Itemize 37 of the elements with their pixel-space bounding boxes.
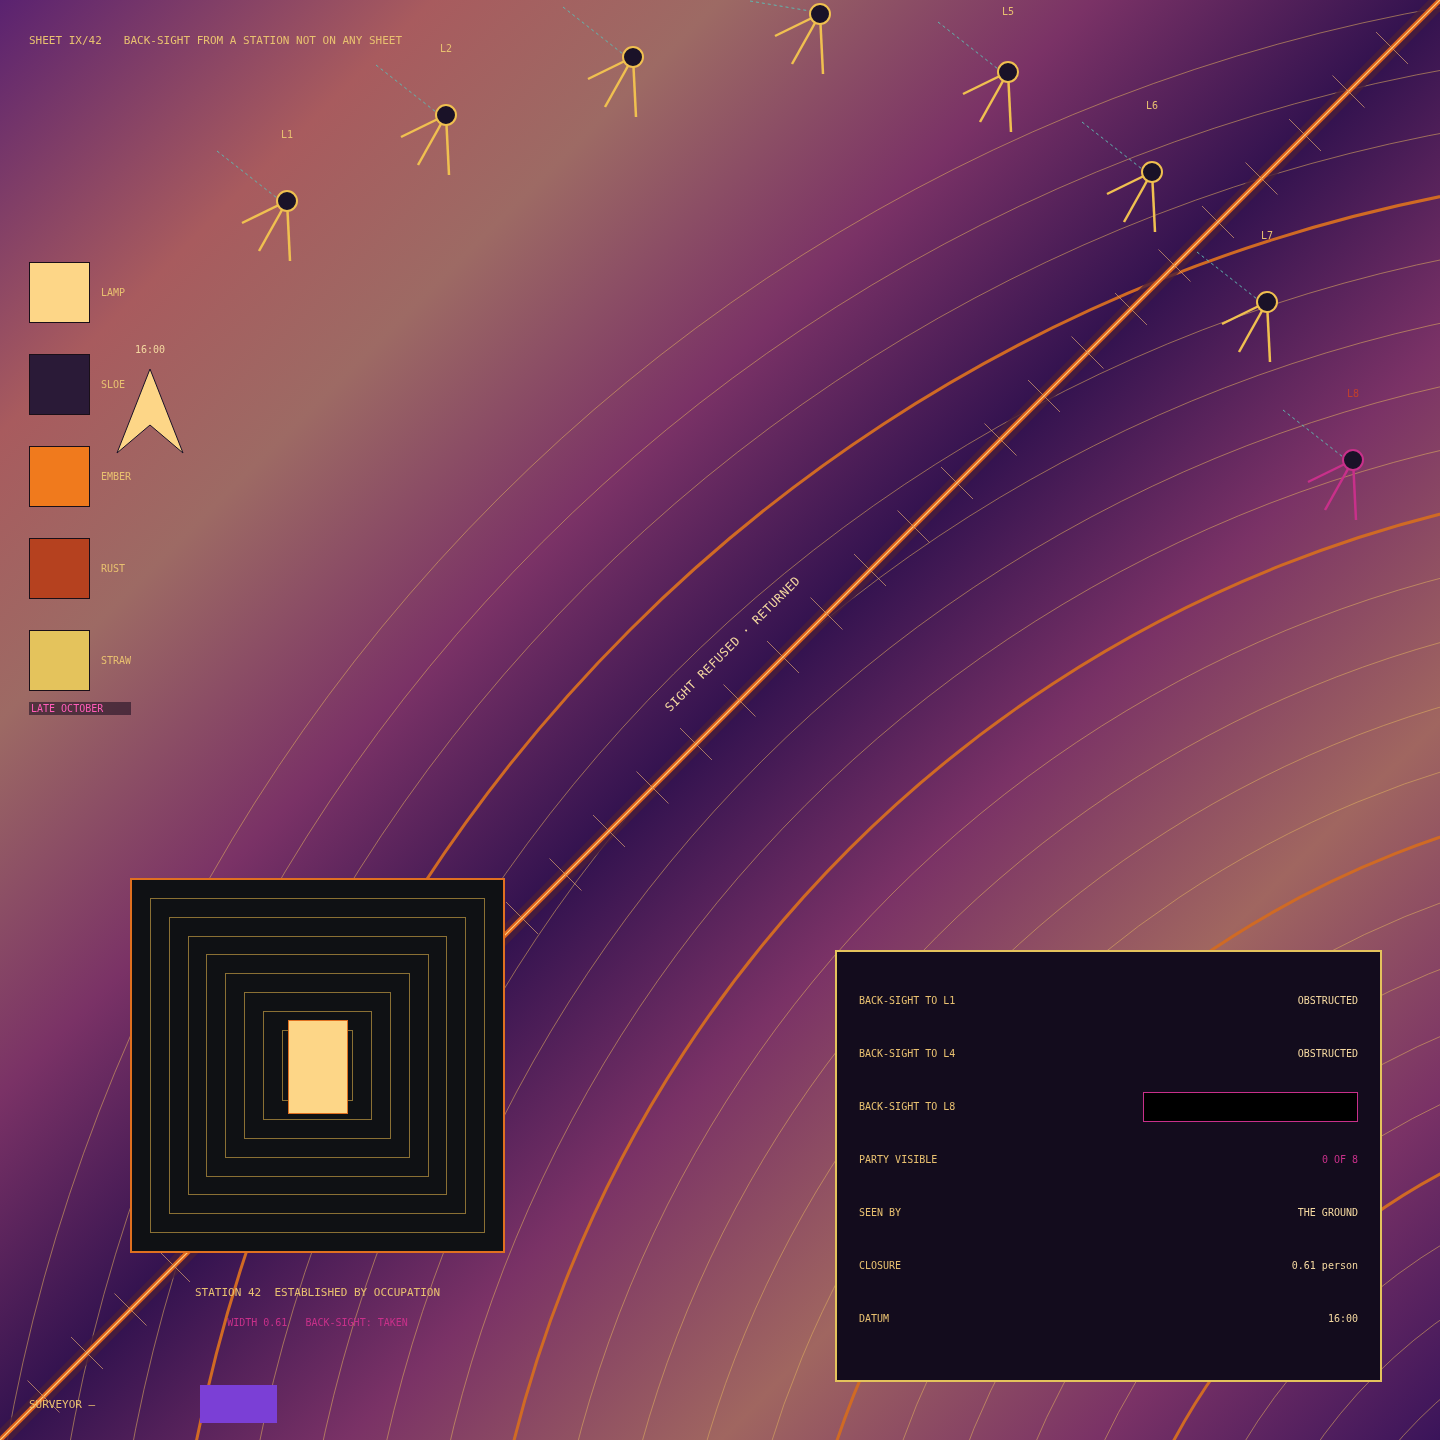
reading-value: 16:00 <box>1327 1313 1358 1324</box>
reading-label: PARTY VISIBLE <box>859 1154 938 1165</box>
leader-line <box>216 150 278 199</box>
reading-label: CLOSURE <box>859 1260 902 1271</box>
reading-label: SEEN BY <box>859 1207 902 1218</box>
legend-label: RUST <box>101 563 126 574</box>
legend-note: LATE OCTOBER <box>29 702 132 715</box>
reading-label: BACK-SIGHT TO L8 <box>859 1101 956 1112</box>
station-label: L8 <box>1347 388 1360 399</box>
legend-label: STRAW <box>101 655 132 666</box>
sheet-title: BACK-SIGHT FROM A STATION NOT ON ANY SHEET <box>123 34 402 47</box>
reading-label: BACK-SIGHT TO L1 <box>859 995 956 1006</box>
station-label: L5 <box>1002 6 1015 17</box>
sheet-number: SHEET IX/42 <box>29 34 102 47</box>
reading-label: DATUM <box>859 1313 890 1324</box>
leader-line <box>1081 121 1143 170</box>
reading-value: 0.61 person <box>1291 1260 1358 1271</box>
reading-value: 0 OF 8 <box>1321 1154 1358 1165</box>
station-label: L1 <box>281 129 294 140</box>
legend-label: EMBER <box>101 471 132 482</box>
station-subcaption: WIDTH 0.61 BACK-SIGHT: TAKEN <box>227 1317 408 1328</box>
leader-line <box>1282 409 1344 458</box>
reading-value: THE GROUND <box>1297 1207 1358 1218</box>
station-label: L6 <box>1146 100 1159 111</box>
leader-line <box>375 64 437 113</box>
leader-line <box>937 21 999 70</box>
reading-label: BACK-SIGHT TO L4 <box>859 1048 956 1059</box>
legend-label: SLOE <box>101 379 126 390</box>
leader-line <box>562 6 624 55</box>
reading-value: OBSTRUCTED <box>1297 995 1358 1006</box>
leader-line <box>749 0 811 12</box>
north-arrow-time: 16:00 <box>134 344 166 355</box>
reading-value: OBSTRUCTED <box>1297 1048 1358 1059</box>
leader-line <box>1196 251 1258 300</box>
station-label: L7 <box>1261 230 1274 241</box>
station-label: L2 <box>440 43 453 54</box>
legend-label: LAMP <box>101 287 126 298</box>
